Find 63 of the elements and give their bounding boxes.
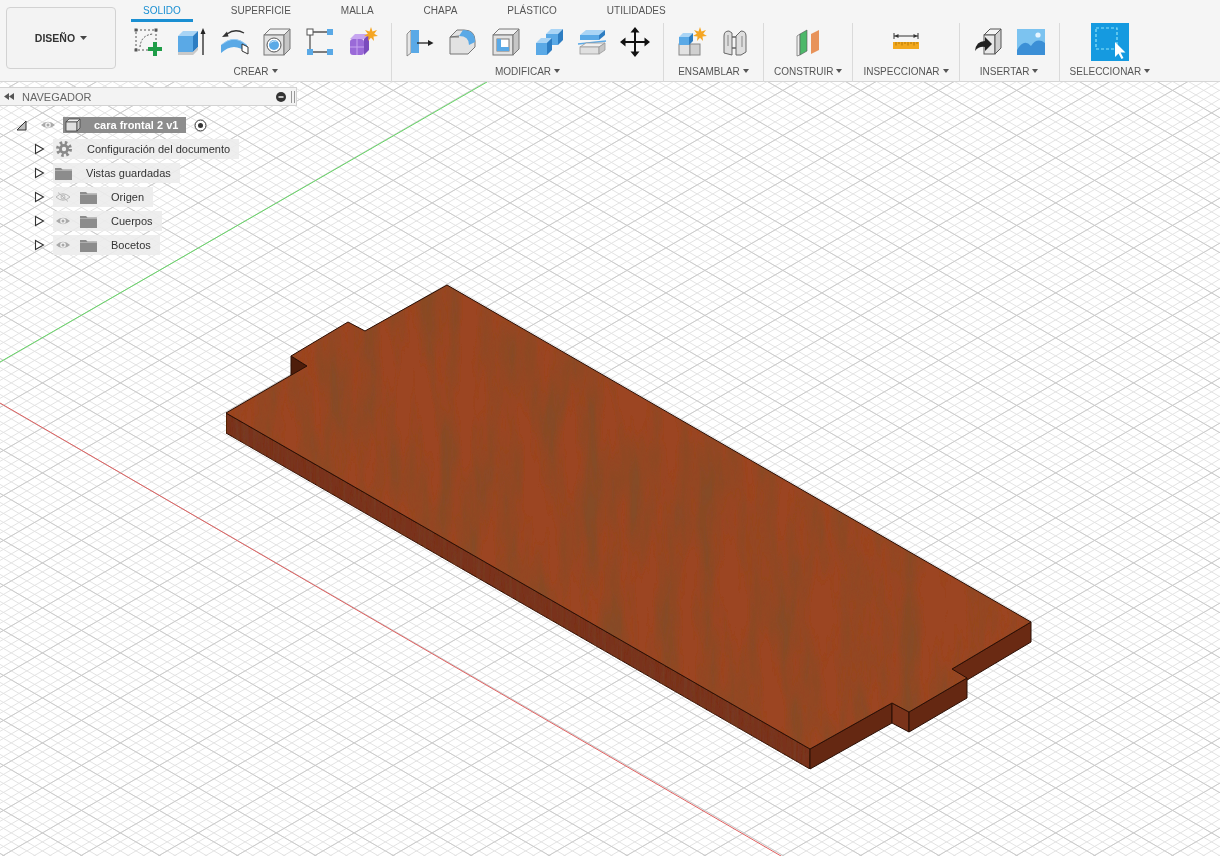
expand-triangle-icon[interactable] (34, 143, 45, 155)
cube-circle-icon[interactable] (261, 26, 293, 58)
ribbon-tab[interactable]: SUPERFICIE (218, 0, 303, 22)
rounded-cube-sparkle-icon[interactable] (347, 26, 379, 58)
tree-item[interactable]: Origen (53, 187, 154, 207)
double-left-arrow-icon[interactable] (4, 93, 14, 100)
gear-icon (55, 140, 73, 158)
tool-group-menu[interactable]: ENSAMBLAR (678, 64, 749, 78)
box-up-arrow-icon[interactable] (175, 26, 207, 58)
folder-icon (80, 214, 97, 228)
folder-icon (80, 190, 97, 204)
expand-triangle-icon[interactable] (34, 167, 45, 179)
expand-triangle-icon[interactable] (34, 191, 45, 203)
tree-item-label: Cuerpos (111, 215, 153, 227)
expand-triangle-icon[interactable] (34, 239, 45, 251)
cube-icon (65, 118, 81, 132)
tree-item[interactable]: Cuerpos (53, 211, 162, 231)
tool-group-menu[interactable]: CREAR (233, 64, 278, 78)
caret-icon (271, 69, 278, 73)
tool-group-menu[interactable]: INSPECCIONAR (863, 64, 949, 78)
connected-squares-icon[interactable] (304, 26, 336, 58)
caret-icon (80, 36, 88, 40)
tree-item-label: Vistas guardadas (86, 167, 171, 179)
caret-icon (1144, 69, 1151, 73)
image-icon[interactable] (1014, 26, 1047, 58)
tree-item[interactable]: Vistas guardadas (53, 163, 180, 183)
folder-icon (55, 166, 72, 180)
four-way-arrow-icon[interactable] (619, 26, 651, 58)
tool-group-menu[interactable]: INSERTAR (979, 64, 1039, 78)
tool-group-menu[interactable]: CONSTRUIR (774, 64, 843, 78)
panel-grip-icon[interactable] (291, 90, 295, 103)
expand-triangle-icon[interactable] (16, 119, 27, 131)
caret-icon (836, 69, 843, 73)
tree-item-label: Bocetos (111, 239, 151, 251)
eye-icon[interactable] (40, 120, 56, 130)
two-cubes-icon[interactable] (533, 26, 565, 58)
caret-icon (942, 69, 949, 73)
tool-group-menu[interactable]: SELECCIONAR (1069, 64, 1151, 78)
expand-triangle-icon[interactable] (34, 215, 45, 227)
rounded-corner-block-icon[interactable] (447, 26, 479, 58)
navigator-title: NAVEGADOR (22, 90, 92, 103)
wooden-board-drawing[interactable] (225, 284, 1032, 770)
minus-circle-icon[interactable] (276, 91, 286, 102)
tree-item-label: Configuración del documento (87, 143, 231, 155)
hollow-cube-icon[interactable] (490, 26, 522, 58)
caret-icon (554, 69, 561, 73)
tool-group-menu[interactable]: MODIFICAR (494, 64, 561, 78)
ribbon-tab[interactable]: MALLA (328, 0, 386, 22)
dashed-square-plus-icon[interactable] (132, 26, 164, 58)
tree-item-label: Origen (111, 191, 145, 203)
cube-sparkle-icon[interactable] (676, 26, 708, 58)
caret-icon (742, 69, 749, 73)
tree-item[interactable]: Configuración del documento (53, 139, 240, 159)
radio-dot-icon[interactable] (194, 118, 208, 132)
ribbon-tab[interactable]: PLÁSTICO (495, 0, 569, 22)
ribbon-tab[interactable]: UTILIDADES (594, 0, 678, 22)
ribbon-tab[interactable]: CHAPA (411, 0, 470, 22)
tree-item[interactable]: Bocetos (53, 235, 160, 255)
component-name: cara frontal 2 v1 (94, 119, 179, 131)
selection-cursor-icon[interactable] (1090, 23, 1129, 61)
workspace-menu-button[interactable]: DISEÑO (6, 7, 116, 69)
folder-icon (80, 238, 97, 252)
caret-icon (1032, 69, 1039, 73)
